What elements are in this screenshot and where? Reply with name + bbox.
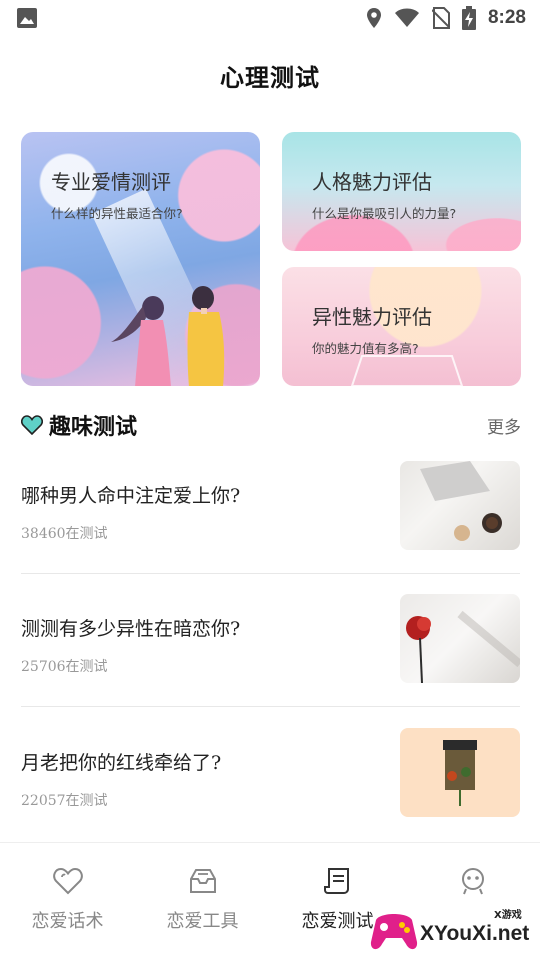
quiz-item[interactable]: 月老把你的红线牵给了? 22057在测试 [21, 728, 520, 862]
card-subtitle: 什么是你最吸引人的力量? [312, 206, 457, 221]
robot-icon [458, 867, 488, 895]
card-subtitle: 你的魅力值有多高? [312, 341, 419, 356]
opposite-sex-charm-card[interactable]: 异性魅力评估 你的魅力值有多高? [282, 267, 521, 386]
nav-item-love-talk[interactable]: 恋爱话术 [0, 843, 135, 960]
card-subtitle: 什么样的异性最适合你? [51, 206, 183, 221]
quiz-title: 月老把你的红线牵给了? [21, 752, 222, 774]
location-icon [366, 7, 382, 29]
document-scroll-icon [323, 867, 353, 895]
couple-illustration [111, 286, 225, 386]
quiz-title: 测测有多少异性在暗恋你? [21, 618, 241, 640]
inbox-tray-icon [188, 867, 218, 895]
charm-assessment-card[interactable]: 人格魅力评估 什么是你最吸引人的力量? [282, 132, 521, 251]
quiz-thumbnail [400, 728, 520, 817]
card-title: 异性魅力评估 [312, 305, 432, 329]
quiz-item[interactable]: 哪种男人命中注定爱上你? 38460在测试 [21, 461, 520, 595]
battery-charging-icon [461, 6, 476, 30]
heart-icon [21, 415, 43, 435]
watermark: X游戏 XYouXi.net [370, 900, 538, 958]
wifi-icon [394, 8, 420, 28]
image-icon [16, 7, 38, 29]
card-title: 专业爱情测评 [51, 170, 171, 194]
nav-item-love-tools[interactable]: 恋爱工具 [135, 843, 270, 960]
quiz-count: 25706在测试 [21, 659, 108, 675]
quiz-count: 22057在测试 [21, 793, 108, 809]
nav-label: 恋爱测试 [301, 911, 374, 932]
quiz-count: 38460在测试 [21, 526, 108, 542]
card-title: 人格魅力评估 [312, 170, 432, 194]
quiz-thumbnail [400, 594, 520, 683]
quiz-item[interactable]: 测测有多少异性在暗恋你? 25706在测试 [21, 594, 520, 728]
divider [21, 706, 520, 707]
watermark-small-text: X游戏 [494, 910, 522, 921]
status-time: 8:28 [487, 7, 526, 28]
heart-outline-icon [52, 867, 83, 895]
divider [21, 573, 520, 574]
stage-decoration [350, 355, 464, 386]
no-sim-icon [431, 7, 450, 29]
status-bar: 8:28 [0, 0, 540, 36]
page-title: 心理测试 [220, 63, 320, 92]
watermark-text: XYouXi.net [420, 922, 530, 945]
gamepad-logo-icon [370, 914, 418, 950]
nav-label: 恋爱话术 [31, 911, 104, 932]
quiz-title: 哪种男人命中注定爱上你? [21, 485, 241, 507]
fun-tests-header: 趣味测试 更多 [21, 409, 521, 441]
more-link[interactable]: 更多 [487, 413, 521, 438]
quiz-thumbnail [400, 461, 520, 550]
nav-label: 恋爱工具 [166, 911, 239, 932]
love-assessment-card[interactable]: 专业爱情测评 什么样的异性最适合你? [21, 132, 260, 386]
section-title: 趣味测试 [49, 414, 138, 440]
